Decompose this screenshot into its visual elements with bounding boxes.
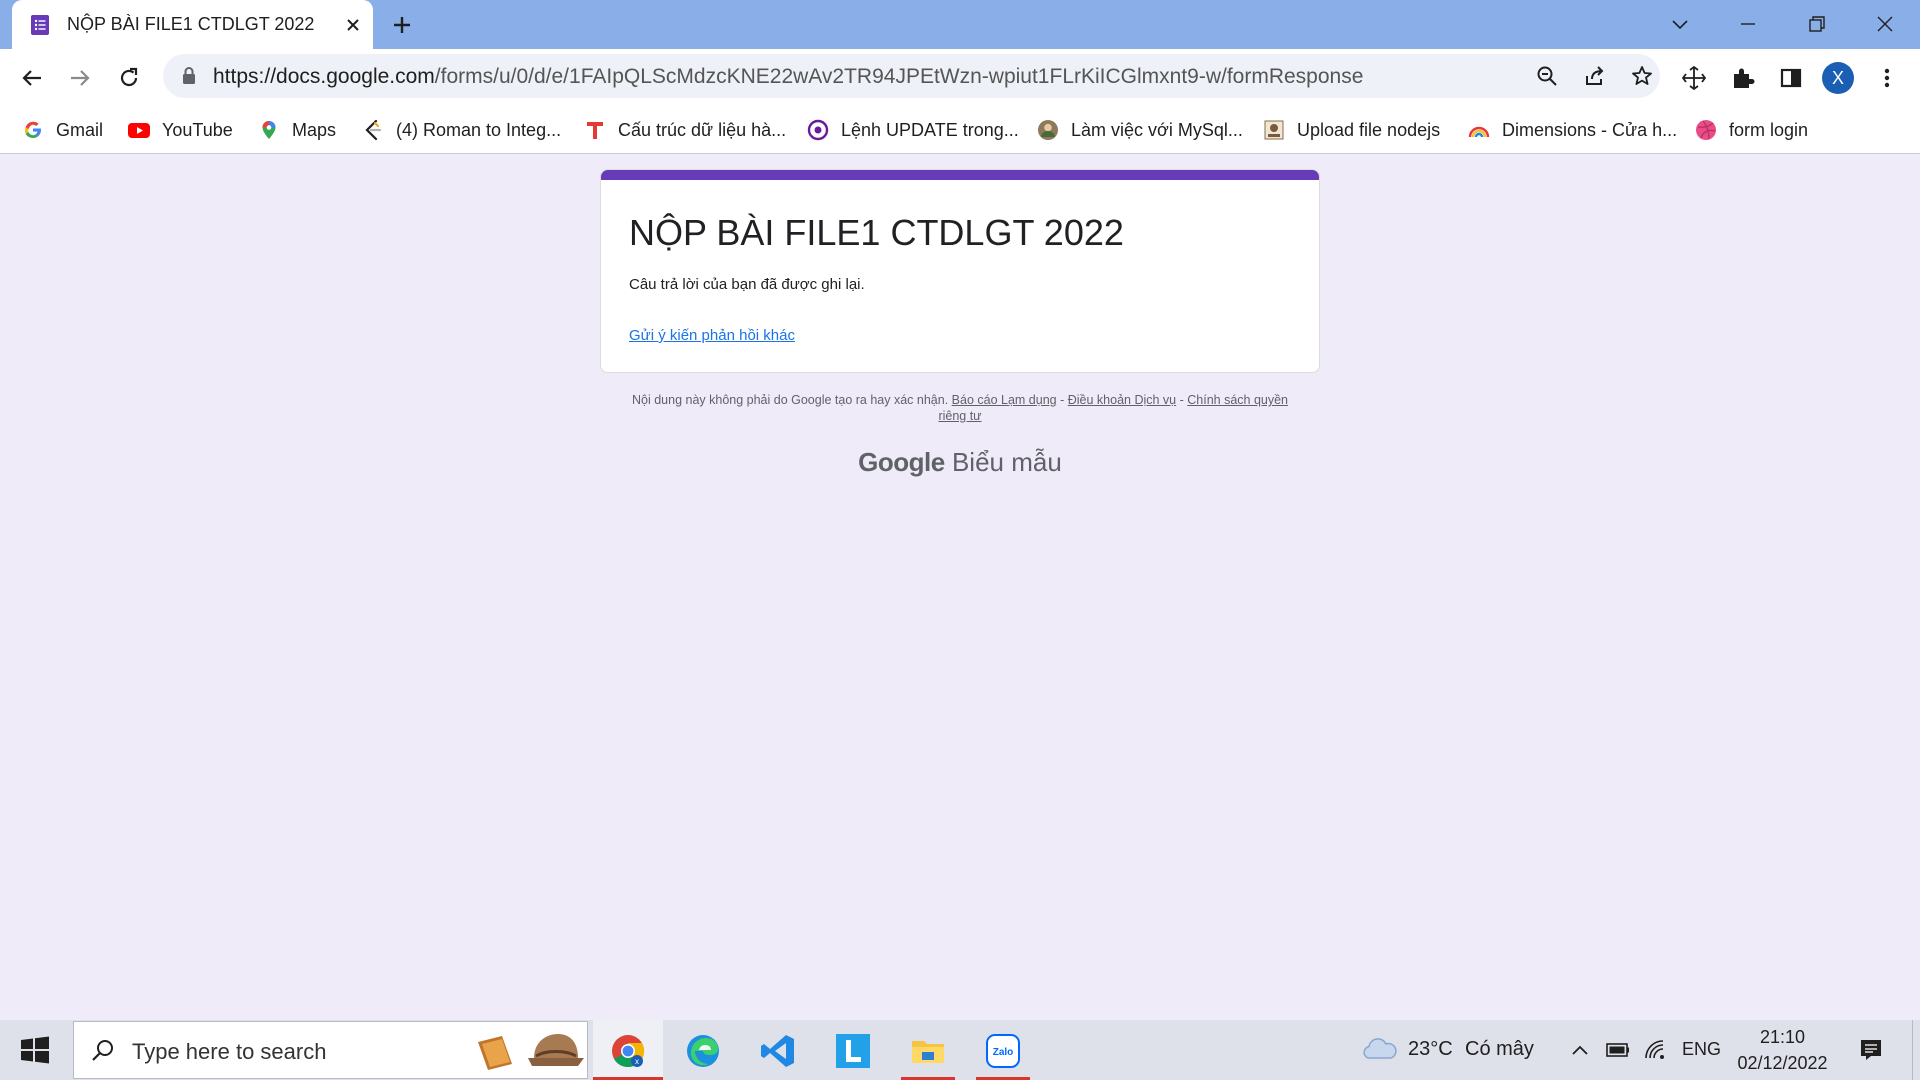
search-icon xyxy=(92,1040,113,1061)
vscode-icon xyxy=(761,1035,794,1067)
reload-icon[interactable] xyxy=(116,65,142,91)
rainbow-icon xyxy=(1468,126,1490,138)
google-icon xyxy=(25,121,41,138)
wifi-icon[interactable] xyxy=(1643,1038,1667,1062)
zalo-icon: Zalo xyxy=(986,1034,1020,1068)
share-icon[interactable] xyxy=(1583,64,1607,88)
bookmark-maps[interactable]: Maps xyxy=(258,106,336,154)
bookmark-mysql[interactable]: Làm việc với MySql... xyxy=(1037,106,1243,154)
language-indicator[interactable]: ENG xyxy=(1682,1039,1721,1060)
clock-time: 21:10 xyxy=(1759,1027,1806,1047)
report-abuse-link[interactable]: Báo cáo Lạm dụng xyxy=(952,393,1057,407)
weather-description[interactable]: Có mây xyxy=(1465,1038,1534,1061)
extensions-icon[interactable] xyxy=(1730,65,1756,91)
tab-title: NỘP BÀI FILE1 CTDLGT 2022 xyxy=(67,14,315,34)
disclaimer-text: Nội dung này không phải do Google tạo ra… xyxy=(631,393,949,407)
clock-date: 02/12/2022 xyxy=(1737,1053,1828,1073)
chevron-up-icon[interactable] xyxy=(1568,1038,1592,1062)
t-logo-icon xyxy=(587,122,603,139)
notifications-icon[interactable] xyxy=(1858,1037,1884,1063)
move-icon[interactable] xyxy=(1681,65,1707,91)
tab-forms[interactable]: NỘP BÀI FILE1 CTDLGT 2022 xyxy=(12,0,373,49)
svg-text:Zalo: Zalo xyxy=(993,1047,1014,1058)
footer-separator: - xyxy=(1176,393,1188,407)
taskbar-file-explorer[interactable] xyxy=(893,1020,963,1080)
taskbar-edge[interactable] xyxy=(668,1020,738,1080)
new-tab-icon[interactable] xyxy=(390,13,414,37)
footer-separator: - xyxy=(1056,393,1068,407)
show-desktop[interactable] xyxy=(1912,1020,1920,1080)
chrome-icon: x xyxy=(612,1035,645,1068)
avatar-icon xyxy=(1038,120,1058,140)
window-close-icon[interactable] xyxy=(1873,12,1897,36)
form-accent-bar xyxy=(601,170,1319,180)
tab-strip: NỘP BÀI FILE1 CTDLGT 2022 xyxy=(0,0,1920,49)
leetcode-icon xyxy=(365,119,382,141)
star-icon[interactable] xyxy=(1630,64,1654,88)
dribbble-icon xyxy=(1696,120,1716,140)
edge-icon xyxy=(687,1035,719,1067)
bookmark-lenh-update[interactable]: Lệnh UPDATE trong... xyxy=(807,106,1019,154)
profile-avatar[interactable]: X xyxy=(1822,62,1854,94)
form-response-card: NỘP BÀI FILE1 CTDLGT 2022 Câu trả lời củ… xyxy=(600,169,1320,373)
minimize-icon[interactable] xyxy=(1736,12,1760,36)
chevron-down-icon[interactable] xyxy=(1668,12,1692,36)
side-panel-icon[interactable] xyxy=(1778,65,1804,91)
windows-start-icon[interactable] xyxy=(18,1035,52,1065)
form-footer: Nội dung này không phải do Google tạo ra… xyxy=(620,392,1300,424)
bookmark-cau-truc[interactable]: Cấu trúc dữ liệu hà... xyxy=(584,106,786,154)
taskbar-vscode[interactable] xyxy=(743,1020,813,1080)
bookmark-gmail[interactable]: Gmail xyxy=(22,106,103,154)
search-placeholder: Type here to search xyxy=(132,1039,327,1064)
terms-link[interactable]: Điều khoản Dịch vụ xyxy=(1068,393,1176,407)
circle-logo-icon xyxy=(807,119,829,141)
confirmation-message: Câu trả lời của bạn đã được ghi lại. xyxy=(629,276,865,293)
taskbar-chrome[interactable]: x xyxy=(593,1020,663,1080)
taskbar-search[interactable]: Type here to search xyxy=(73,1021,588,1079)
folder-icon xyxy=(912,1041,944,1063)
taskbar-l-app[interactable] xyxy=(818,1020,888,1080)
browser-toolbar: https://docs.google.com/forms/u/0/d/e/1F… xyxy=(0,49,1920,106)
menu-dots-icon[interactable] xyxy=(1874,65,1900,91)
google-forms-logo[interactable]: Google Biểu mẫu xyxy=(700,447,1220,478)
l-app-icon xyxy=(836,1034,870,1068)
battery-icon[interactable] xyxy=(1606,1038,1630,1062)
weather-temp[interactable]: 23°C xyxy=(1408,1038,1453,1061)
back-arrow-icon[interactable] xyxy=(19,65,45,91)
bookmark-upload-nodejs[interactable]: Upload file nodejs xyxy=(1263,106,1440,154)
bookmark-leetcode[interactable]: (4) Roman to Integ... xyxy=(362,106,561,154)
cloud-icon[interactable] xyxy=(1360,1034,1398,1064)
bookmarks-bar: Gmail YouTube Maps (4) Roman to Integ...… xyxy=(0,106,1920,154)
lock-icon xyxy=(183,67,195,84)
search-highlight-icon xyxy=(478,1034,584,1070)
svg-text:x: x xyxy=(635,1057,639,1066)
restore-icon[interactable] xyxy=(1805,12,1829,36)
youtube-icon xyxy=(128,123,150,138)
address-bar[interactable]: https://docs.google.com/forms/u/0/d/e/1F… xyxy=(163,54,1660,98)
taskbar-zalo[interactable]: Zalo xyxy=(968,1020,1038,1080)
bookmark-dimensions[interactable]: Dimensions - Cửa h... xyxy=(1468,106,1677,154)
zoom-icon[interactable] xyxy=(1535,64,1559,88)
clock[interactable]: 21:10 02/12/2022 xyxy=(1730,1024,1835,1076)
taskbar: Type here to search x Zalo 23°C Có mây E… xyxy=(0,1020,1920,1080)
url-text: https://docs.google.com/forms/u/0/d/e/1F… xyxy=(213,65,1364,88)
site-icon xyxy=(1264,120,1284,140)
bookmark-form-login[interactable]: form login xyxy=(1695,106,1808,154)
bookmark-youtube[interactable]: YouTube xyxy=(128,106,233,154)
submit-another-link[interactable]: Gửi ý kiến phản hồi khác xyxy=(629,327,795,344)
form-title: NỘP BÀI FILE1 CTDLGT 2022 xyxy=(629,212,1124,253)
close-icon[interactable] xyxy=(342,14,364,36)
maps-icon xyxy=(262,121,276,139)
google-forms-icon xyxy=(31,15,49,35)
forward-arrow-icon[interactable] xyxy=(67,65,93,91)
